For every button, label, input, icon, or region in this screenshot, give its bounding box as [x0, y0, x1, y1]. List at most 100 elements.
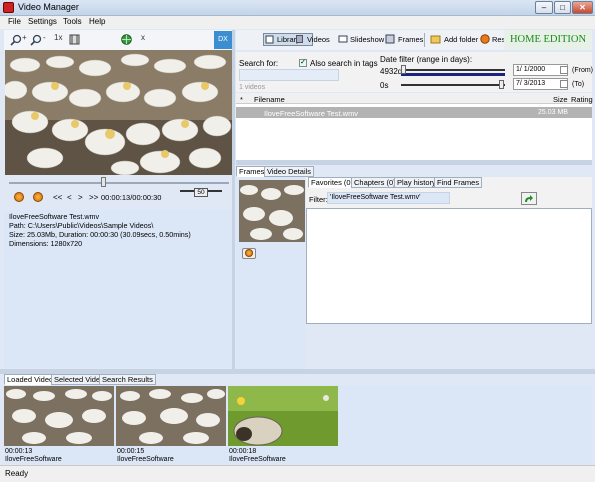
date-filter-label: Date filter (range in days):: [380, 55, 473, 64]
play-icon: [245, 249, 253, 257]
frame-thumbnail[interactable]: [239, 180, 305, 242]
frames-icon[interactable]: [385, 34, 395, 44]
arrow-right-icon: [525, 195, 533, 202]
date-slider-top-track[interactable]: [401, 69, 505, 71]
menu-file[interactable]: File: [8, 17, 21, 26]
slideshow-icon[interactable]: [338, 34, 348, 44]
reset-icon[interactable]: [480, 34, 490, 44]
zoom-out-label: -: [43, 33, 46, 42]
zoom-out-icon[interactable]: [30, 34, 42, 46]
date-max-label: 4932d: [380, 67, 403, 76]
thumbnail-2[interactable]: [116, 386, 226, 446]
tab-chapters[interactable]: Chapters (0): [351, 177, 399, 188]
zoom-in-label: +: [22, 33, 27, 42]
window-title: Video Manager: [18, 2, 79, 12]
search-input[interactable]: [239, 69, 339, 81]
close-button[interactable]: ✕: [572, 1, 593, 14]
video-filename: IloveFreeSoftware Test.wmv: [9, 212, 100, 221]
tab-favorites[interactable]: Favorites (0): [308, 177, 357, 188]
search-label: Search for:: [239, 59, 279, 68]
col-filename[interactable]: Filename: [254, 95, 285, 104]
video-info: IloveFreeSoftware Test.wmv Path: C:\User…: [9, 212, 191, 248]
tab-search-results[interactable]: Search Results: [99, 374, 156, 385]
video-player[interactable]: [5, 50, 232, 175]
frames-button[interactable]: Frames: [398, 35, 423, 44]
title-bar: [0, 0, 595, 16]
date-range-bar: [401, 73, 505, 76]
date-to-value: 7/ 3/2013: [516, 80, 546, 87]
video-dimensions: Dimensions: 1280x720: [9, 239, 83, 248]
tags-checkbox-label: Also search in tags: [310, 59, 378, 68]
filter-input[interactable]: 'IloveFreeSoftware Test.wmv': [327, 192, 450, 204]
time-readout: 00:00:13/00:00:30: [101, 193, 162, 202]
thumbnail-1-name: IloveFreeSoftware: [5, 456, 62, 463]
date-from-picker[interactable]: [560, 66, 568, 74]
slideshow-button[interactable]: Slideshow: [350, 35, 384, 44]
toolbar-divider: [424, 33, 425, 47]
tab-find-frames[interactable]: Find Frames: [434, 177, 483, 188]
skip-last-button[interactable]: >>: [89, 193, 98, 202]
list-header: [236, 93, 592, 104]
edition-label: HOME EDITION: [504, 30, 592, 50]
col-size[interactable]: Size: [553, 95, 568, 104]
thumbnail-2-name: IloveFreeSoftware: [117, 456, 174, 463]
thumbnail-3[interactable]: [228, 386, 338, 446]
menu-tools[interactable]: Tools: [63, 17, 82, 26]
col-rating[interactable]: Rating: [571, 95, 593, 104]
close-x-button[interactable]: x: [141, 33, 145, 42]
row-filename: IloveFreeSoftware Test.wmv: [264, 109, 359, 118]
thumbnail-1[interactable]: [4, 386, 114, 446]
date-slider-top-thumb[interactable]: [401, 65, 406, 74]
maximize-button[interactable]: □: [554, 1, 571, 14]
app-icon: [3, 2, 14, 13]
date-min-label: 0s: [380, 81, 389, 90]
videos-icon[interactable]: [295, 34, 304, 44]
date-to-label: (To): [572, 81, 585, 88]
filmstrip-icon[interactable]: [69, 34, 80, 45]
date-from-label: (From): [572, 67, 593, 74]
horizontal-splitter[interactable]: [236, 160, 592, 165]
row-size: 25.03 MB: [538, 109, 568, 116]
date-slider-bottom-track[interactable]: [401, 84, 505, 86]
menu-help[interactable]: Help: [89, 17, 105, 26]
date-slider-bottom-thumb[interactable]: [499, 80, 504, 89]
step-back-button[interactable]: <: [67, 193, 72, 202]
status-text: Ready: [5, 469, 29, 478]
add-folder-button[interactable]: Add folder: [444, 35, 478, 44]
add-folder-icon[interactable]: [430, 34, 441, 44]
thumbnail-1-time: 00:00:13: [5, 448, 33, 455]
thumbnail-3-name: IloveFreeSoftware: [229, 456, 286, 463]
date-from-value: 1/ 1/2000: [516, 66, 546, 73]
seek-track[interactable]: [9, 182, 229, 184]
tab-video-details[interactable]: Video Details: [264, 166, 315, 177]
library-icon: [265, 35, 274, 44]
tags-checkbox[interactable]: ✓: [299, 59, 307, 67]
globe-icon[interactable]: [121, 34, 132, 45]
splitter[interactable]: [232, 30, 235, 370]
tab-loaded-video[interactable]: Loaded Video: [4, 374, 57, 385]
date-to-picker[interactable]: [560, 80, 568, 88]
scale-1x-button[interactable]: 1x: [54, 33, 62, 42]
video-path: Path: C:\Users\Public\Videos\Sample Vide…: [9, 221, 154, 230]
menu-settings[interactable]: Settings: [28, 17, 57, 26]
filter-label: Filter:: [309, 195, 328, 204]
volume-slider[interactable]: 50: [194, 188, 208, 197]
pause-button[interactable]: [33, 192, 43, 202]
step-forward-button[interactable]: >: [78, 193, 83, 202]
videos-button[interactable]: Videos: [307, 35, 330, 44]
video-size: Size: 25.03Mb, Duration: 00:00:30 (30.09…: [9, 230, 191, 239]
zoom-in-icon[interactable]: [10, 34, 22, 46]
thumbnail-3-time: 00:00:18: [229, 448, 257, 455]
tab-frames[interactable]: Frames: [236, 166, 268, 177]
result-count: 1 videos: [239, 84, 266, 91]
play-button[interactable]: [14, 192, 24, 202]
minimize-button[interactable]: –: [535, 1, 553, 14]
status-bar: [0, 465, 595, 482]
skip-first-button[interactable]: <<: [53, 193, 62, 202]
seek-thumb[interactable]: [101, 177, 107, 187]
favorites-list: [306, 208, 592, 324]
dx-button[interactable]: DX: [214, 31, 232, 49]
col-star[interactable]: *: [240, 95, 243, 104]
thumbnail-2-time: 00:00:15: [117, 448, 145, 455]
tab-play-history[interactable]: Play history: [394, 177, 439, 188]
